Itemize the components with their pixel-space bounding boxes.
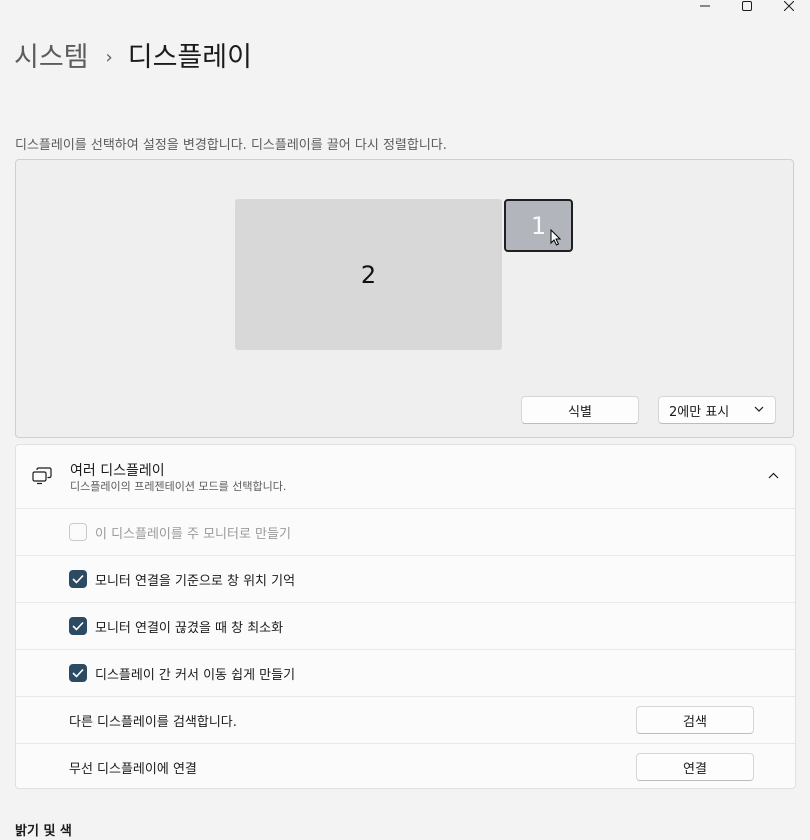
remember-window-locations-checkbox[interactable] xyxy=(69,570,87,588)
close-button[interactable] xyxy=(768,0,810,12)
detect-displays-row: 다른 디스플레이를 검색합니다. 검색 xyxy=(16,696,795,743)
multiple-displays-title: 여러 디스플레이 xyxy=(70,463,165,479)
wireless-display-row: 무선 디스플레이에 연결 연결 xyxy=(16,743,795,790)
monitor-1-number: 1 xyxy=(530,211,547,240)
detect-button[interactable]: 검색 xyxy=(636,706,754,734)
mouse-cursor-icon xyxy=(550,229,561,246)
multiple-displays-card: 여러 디스플레이 디스플레이의 프레젠테이션 모드를 선택합니다. 이 디스플레… xyxy=(15,444,796,789)
checkmark-icon xyxy=(72,668,84,678)
remember-window-locations-label: 모니터 연결을 기준으로 창 위치 기억 xyxy=(95,574,296,589)
breadcrumb: 시스템 › 디스플레이 xyxy=(14,40,252,76)
checkmark-icon xyxy=(72,621,84,631)
maximize-icon xyxy=(742,1,752,11)
multiple-displays-icon xyxy=(32,467,52,485)
identify-button[interactable]: 식별 xyxy=(521,396,639,424)
minimize-icon xyxy=(700,5,710,7)
monitor-2[interactable]: 2 xyxy=(235,199,502,350)
option-minimize-on-disconnect: 모니터 연결이 끊겼을 때 창 최소화 xyxy=(16,602,795,649)
option-remember-window-locations: 모니터 연결을 기준으로 창 위치 기억 xyxy=(16,555,795,602)
breadcrumb-separator: › xyxy=(105,47,113,68)
monitor-2-number: 2 xyxy=(360,260,377,289)
make-main-display-checkbox[interactable] xyxy=(69,523,87,541)
option-make-main-display: 이 디스플레이를 주 모니터로 만들기 xyxy=(16,508,795,555)
option-ease-cursor-movement: 디스플레이 간 커서 이동 쉽게 만들기 xyxy=(16,649,795,696)
maximize-button[interactable] xyxy=(726,0,768,12)
multiple-displays-header[interactable]: 여러 디스플레이 디스플레이의 프레젠테이션 모드를 선택합니다. xyxy=(16,445,795,508)
connect-button[interactable]: 연결 xyxy=(636,753,754,781)
chevron-down-icon xyxy=(754,406,764,412)
arrange-hint: 디스플레이를 선택하여 설정을 변경합니다. 디스플레이를 끌어 다시 정렬합니… xyxy=(15,138,447,153)
detect-displays-label: 다른 디스플레이를 검색합니다. xyxy=(69,715,237,730)
page-title: 디스플레이 xyxy=(127,42,252,73)
ease-cursor-movement-checkbox[interactable] xyxy=(69,664,87,682)
breadcrumb-system-link[interactable]: 시스템 xyxy=(14,40,89,76)
chevron-up-icon[interactable] xyxy=(768,472,779,479)
brightness-color-section-title: 밝기 및 색 xyxy=(15,824,72,839)
minimize-on-disconnect-checkbox[interactable] xyxy=(69,617,87,635)
display-mode-select[interactable]: 2에만 표시 xyxy=(658,396,776,424)
monitor-1-selected[interactable]: 1 xyxy=(504,199,573,252)
window-controls xyxy=(684,0,810,12)
display-arrangement-panel: 2 1 식별 2에만 표시 xyxy=(15,159,794,438)
wireless-display-label: 무선 디스플레이에 연결 xyxy=(69,762,197,777)
make-main-display-label: 이 디스플레이를 주 모니터로 만들기 xyxy=(95,527,291,542)
display-mode-value: 2에만 표시 xyxy=(669,404,730,420)
checkmark-icon xyxy=(72,574,84,584)
minimize-on-disconnect-label: 모니터 연결이 끊겼을 때 창 최소화 xyxy=(95,621,284,636)
ease-cursor-movement-label: 디스플레이 간 커서 이동 쉽게 만들기 xyxy=(95,668,296,683)
multiple-displays-subtitle: 디스플레이의 프레젠테이션 모드를 선택합니다. xyxy=(70,480,287,493)
minimize-button[interactable] xyxy=(684,0,726,12)
close-icon xyxy=(784,1,794,11)
